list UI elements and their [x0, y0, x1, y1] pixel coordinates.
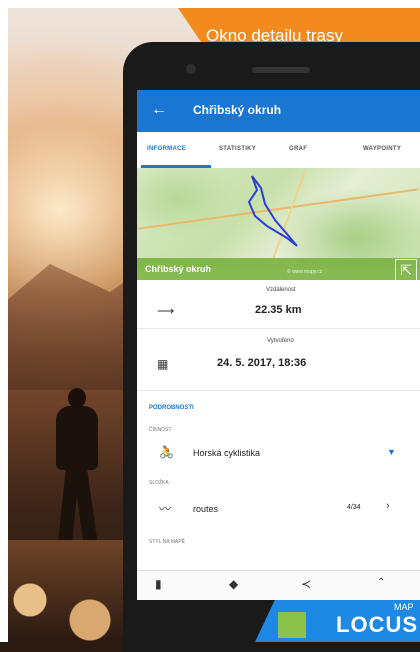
folder-count: 4/34	[347, 504, 361, 511]
distance-label: Vzdálenost	[266, 287, 296, 293]
tab-statistiky[interactable]: STATISTIKY	[219, 146, 256, 152]
details-section-title: PODROBNOSTI	[149, 405, 194, 411]
distance-arrow-icon: ⟶	[157, 304, 175, 318]
app-bar: ← Chřibský okruh	[137, 90, 420, 132]
map-icon[interactable]: ▮	[155, 577, 162, 591]
route-track	[247, 175, 298, 247]
logo-wordmark: LOCUS	[336, 612, 418, 637]
logo-map-text: MAP	[394, 602, 414, 612]
activity-caption: ČINNOST	[149, 427, 172, 433]
share-icon[interactable]: ≺	[301, 577, 311, 591]
chevron-right-icon[interactable]: ›	[386, 500, 390, 512]
frame-top	[0, 0, 420, 8]
folder-value[interactable]: routes	[193, 504, 218, 514]
divider	[137, 328, 420, 329]
expand-map-icon[interactable]: ⇱	[395, 259, 417, 281]
tab-graf[interactable]: GRAF	[289, 146, 307, 152]
activity-value[interactable]: Horská cyklistika	[193, 448, 260, 458]
hiker-silhouette	[46, 388, 110, 548]
created-label: Vytvořeno	[267, 338, 294, 344]
map-attribution: © www.mapy.cz	[287, 269, 323, 275]
route-map-preview[interactable]	[137, 168, 420, 268]
mtb-icon: 🚴	[159, 445, 174, 459]
tab-bar: INFORMACE STATISTIKY GRAF WAYPOINTY	[137, 132, 420, 169]
map-title: Chřibský okruh	[145, 264, 212, 274]
calendar-icon: ▦	[157, 357, 169, 371]
page-title: Chřibský okruh	[193, 103, 282, 117]
back-arrow-icon[interactable]: ←	[151, 101, 167, 119]
route-squiggle-icon: 〰	[159, 502, 172, 516]
dropdown-arrow-icon[interactable]: ▼	[387, 447, 396, 457]
speaker-grille	[252, 67, 310, 73]
folder-caption: SLOŽKA	[149, 480, 169, 486]
chevron-up-icon[interactable]: ⌃	[377, 577, 385, 588]
navigate-icon[interactable]: ◆	[229, 577, 238, 591]
tab-waypointy[interactable]: WAYPOINTY	[363, 146, 401, 152]
distance-value: 22.35 km	[255, 304, 302, 316]
style-caption: STYL NA MAPĚ	[149, 539, 185, 545]
frame-left	[0, 0, 8, 642]
tab-informace[interactable]: INFORMACE	[147, 146, 186, 152]
logo-tile	[278, 612, 306, 638]
camera-icon	[186, 64, 196, 74]
phone-screen: ← Chřibský okruh INFORMACE STATISTIKY GR…	[137, 90, 420, 600]
divider	[137, 390, 420, 391]
created-value: 24. 5. 2017, 18:36	[217, 357, 307, 369]
